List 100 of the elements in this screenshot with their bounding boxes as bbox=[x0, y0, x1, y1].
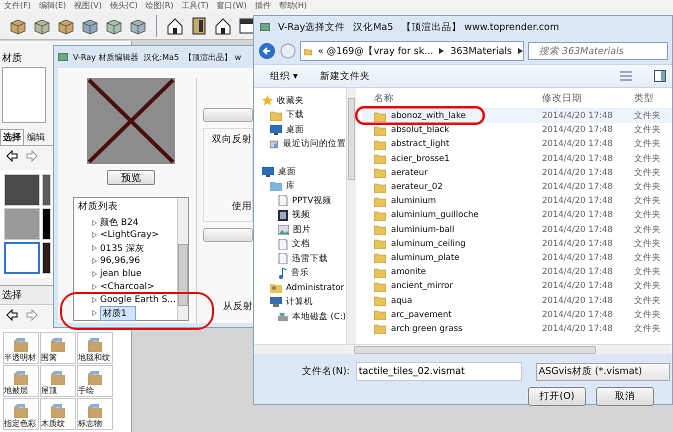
toolbar-house-icon[interactable] bbox=[165, 16, 185, 36]
nav-item[interactable]: 桌面 bbox=[278, 166, 296, 178]
menu-item[interactable]: 视图(V) bbox=[74, 0, 102, 12]
file-row[interactable]: acier_brosse1 2014/4/20 17:48 文件夹 bbox=[362, 152, 672, 166]
document-icon bbox=[278, 238, 288, 250]
nav-item[interactable]: 音乐 bbox=[291, 267, 309, 280]
material-swatch[interactable] bbox=[42, 208, 51, 240]
back-button-icon[interactable] bbox=[258, 42, 276, 60]
nav-item[interactable]: 计算机 bbox=[286, 296, 313, 308]
nav-item[interactable]: 迅雷下载 bbox=[292, 252, 328, 265]
list-item[interactable]: 0135 深灰 bbox=[100, 242, 144, 255]
toolbar-button[interactable]: 组织 ▾ bbox=[270, 70, 298, 82]
nav-item[interactable]: 桌面 bbox=[286, 124, 304, 136]
forward-arrow-icon[interactable] bbox=[26, 150, 38, 162]
file-row[interactable]: abstract_light 2014/4/20 17:48 文件夹 bbox=[362, 137, 672, 152]
nav-item[interactable]: 视频 bbox=[292, 209, 310, 222]
document-icon bbox=[278, 195, 288, 206]
nav-item[interactable]: 最近访问的位置 bbox=[283, 138, 346, 150]
panel-tab[interactable]: 编辑 bbox=[24, 129, 48, 145]
material-folder[interactable]: 标志物 bbox=[77, 398, 113, 430]
menu-item[interactable]: 绘图(R) bbox=[146, 0, 174, 12]
back-arrow-icon[interactable] bbox=[6, 150, 18, 162]
nav-item[interactable]: 下载 bbox=[286, 109, 304, 122]
column-header[interactable]: 修改日期 bbox=[542, 92, 634, 104]
column-header[interactable]: 名称 bbox=[362, 92, 542, 104]
file-row[interactable]: aerateur_02 2014/4/20 17:48 文件夹 bbox=[362, 180, 672, 194]
nav-item[interactable]: Administrator bbox=[286, 282, 344, 293]
file-row[interactable]: aluminium-ball 2014/4/20 17:48 文件夹 bbox=[362, 222, 672, 237]
file-row[interactable]: aqua 2014/4/20 17:48 文件夹 bbox=[362, 293, 672, 308]
back-arrow-icon[interactable] bbox=[6, 309, 18, 321]
menu-item[interactable]: 编辑(E) bbox=[38, 0, 66, 12]
material-swatch[interactable] bbox=[4, 208, 40, 240]
nav-item[interactable]: 本地磁盘 (C:) bbox=[292, 310, 346, 323]
nav-item[interactable]: PPTV视频 bbox=[292, 194, 332, 207]
material-folder[interactable]: 木质纹 bbox=[40, 398, 76, 430]
nav-item[interactable]: 文档 bbox=[292, 238, 310, 250]
material-swatch[interactable] bbox=[42, 242, 51, 274]
nav-item[interactable]: 图片 bbox=[293, 224, 311, 236]
file-type: 文件夹 bbox=[634, 195, 661, 208]
menu-item[interactable]: 插件 bbox=[254, 0, 271, 12]
file-date: 2014/4/20 17:48 bbox=[542, 310, 614, 320]
file-row[interactable]: arc_pavement 2014/4/20 17:48 文件夹 bbox=[362, 308, 672, 322]
list-item[interactable]: 材质1 bbox=[100, 306, 136, 321]
file-row[interactable]: aluminum_ceiling 2014/4/20 17:48 文件夹 bbox=[362, 236, 672, 251]
file-row[interactable]: aluminum_plate 2014/4/20 17:48 文件夹 bbox=[362, 250, 672, 266]
forward-arrow-icon[interactable] bbox=[26, 309, 38, 321]
menu-item[interactable]: 工具(T) bbox=[182, 0, 209, 12]
material-folder[interactable]: 地被层 bbox=[3, 365, 39, 397]
list-item[interactable]: <LightGray> bbox=[100, 230, 160, 240]
material-folder[interactable]: 围篱 bbox=[40, 332, 76, 364]
menu-item[interactable]: 文件(F) bbox=[4, 0, 31, 12]
file-row[interactable]: arch green grass 2014/4/20 17:48 文件夹 bbox=[362, 322, 672, 336]
filename-field[interactable]: tactile_tiles_02.vismat bbox=[356, 362, 522, 381]
scrollbar[interactable] bbox=[177, 198, 188, 320]
file-date: 2014/4/20 17:48 bbox=[542, 196, 614, 206]
breadcrumb-item[interactable]: 363Materials bbox=[450, 46, 512, 56]
search-field[interactable]: 搜索 363Materials bbox=[528, 42, 668, 60]
chevron-icon[interactable] bbox=[518, 48, 523, 54]
dialog-button[interactable]: 打开(O) bbox=[528, 387, 586, 406]
toolbar-house-icon[interactable] bbox=[213, 16, 233, 36]
dialog-button[interactable]: 取消 bbox=[596, 387, 654, 406]
material-folder[interactable]: 指定色彩 bbox=[3, 398, 39, 430]
file-row[interactable]: aerateur 2014/4/20 17:48 文件夹 bbox=[362, 166, 672, 180]
column-header[interactable]: 类型 bbox=[634, 92, 654, 104]
menu-item[interactable]: 镜头(C) bbox=[110, 0, 138, 12]
breadcrumb-item[interactable]: « @169@【vray for sk... bbox=[318, 44, 434, 58]
file-type: 文件夹 bbox=[634, 138, 661, 150]
toolbar-button[interactable]: 新建文件夹 bbox=[320, 70, 370, 82]
file-row[interactable]: aluminium_guilloche 2014/4/20 17:48 文件夹 bbox=[362, 208, 672, 222]
file-row[interactable]: ancient_mirror 2014/4/20 17:48 文件夹 bbox=[362, 279, 672, 294]
nav-item[interactable]: 库 bbox=[286, 180, 295, 192]
file-row[interactable]: aluminium 2014/4/20 17:48 文件夹 bbox=[362, 194, 672, 208]
address-bar[interactable]: « @169@【vray for sk... 363Materials bbox=[300, 41, 524, 61]
material-swatch[interactable] bbox=[4, 174, 40, 206]
horizontal-scrollbar[interactable] bbox=[254, 344, 672, 354]
list-item[interactable]: jean blue bbox=[100, 269, 142, 280]
material-folder[interactable]: 地毯和纹 bbox=[77, 332, 113, 364]
file-row[interactable]: abonoz_with_lake 2014/4/20 17:48 文件夹 bbox=[362, 109, 672, 124]
document-icon bbox=[278, 253, 288, 264]
nav-item[interactable]: 收藏夹 bbox=[277, 94, 304, 107]
list-item[interactable]: 96,96,96 bbox=[100, 256, 140, 266]
filter-dropdown[interactable]: ASGvis材质 (*.vismat) bbox=[536, 362, 670, 380]
scrollbar[interactable] bbox=[346, 88, 356, 344]
chevron-icon[interactable] bbox=[439, 48, 444, 54]
preview-button[interactable]: 预览 bbox=[107, 170, 155, 185]
material-swatch[interactable] bbox=[4, 242, 40, 274]
material-folder[interactable]: 半透明材 bbox=[3, 332, 39, 364]
menu-item[interactable]: 帮助(H) bbox=[278, 0, 308, 12]
panel-tab[interactable]: 选择 bbox=[0, 129, 24, 145]
file-row[interactable]: amonite 2014/4/20 17:48 文件夹 bbox=[362, 265, 672, 280]
file-row[interactable]: absolut_black 2014/4/20 17:48 文件夹 bbox=[362, 123, 672, 138]
folder-icon bbox=[374, 295, 386, 306]
preview-pane-icon[interactable] bbox=[654, 70, 666, 82]
expand-arrow-icon[interactable] bbox=[92, 220, 97, 226]
material-folder[interactable]: 手绘 bbox=[77, 365, 113, 397]
material-folder[interactable]: 屋顶 bbox=[40, 365, 76, 397]
list-item[interactable]: 颜色 B24 bbox=[100, 216, 138, 229]
material-swatch[interactable] bbox=[42, 174, 51, 206]
view-options-icon[interactable] bbox=[620, 71, 632, 81]
menu-item[interactable]: 窗口(W) bbox=[216, 0, 247, 12]
